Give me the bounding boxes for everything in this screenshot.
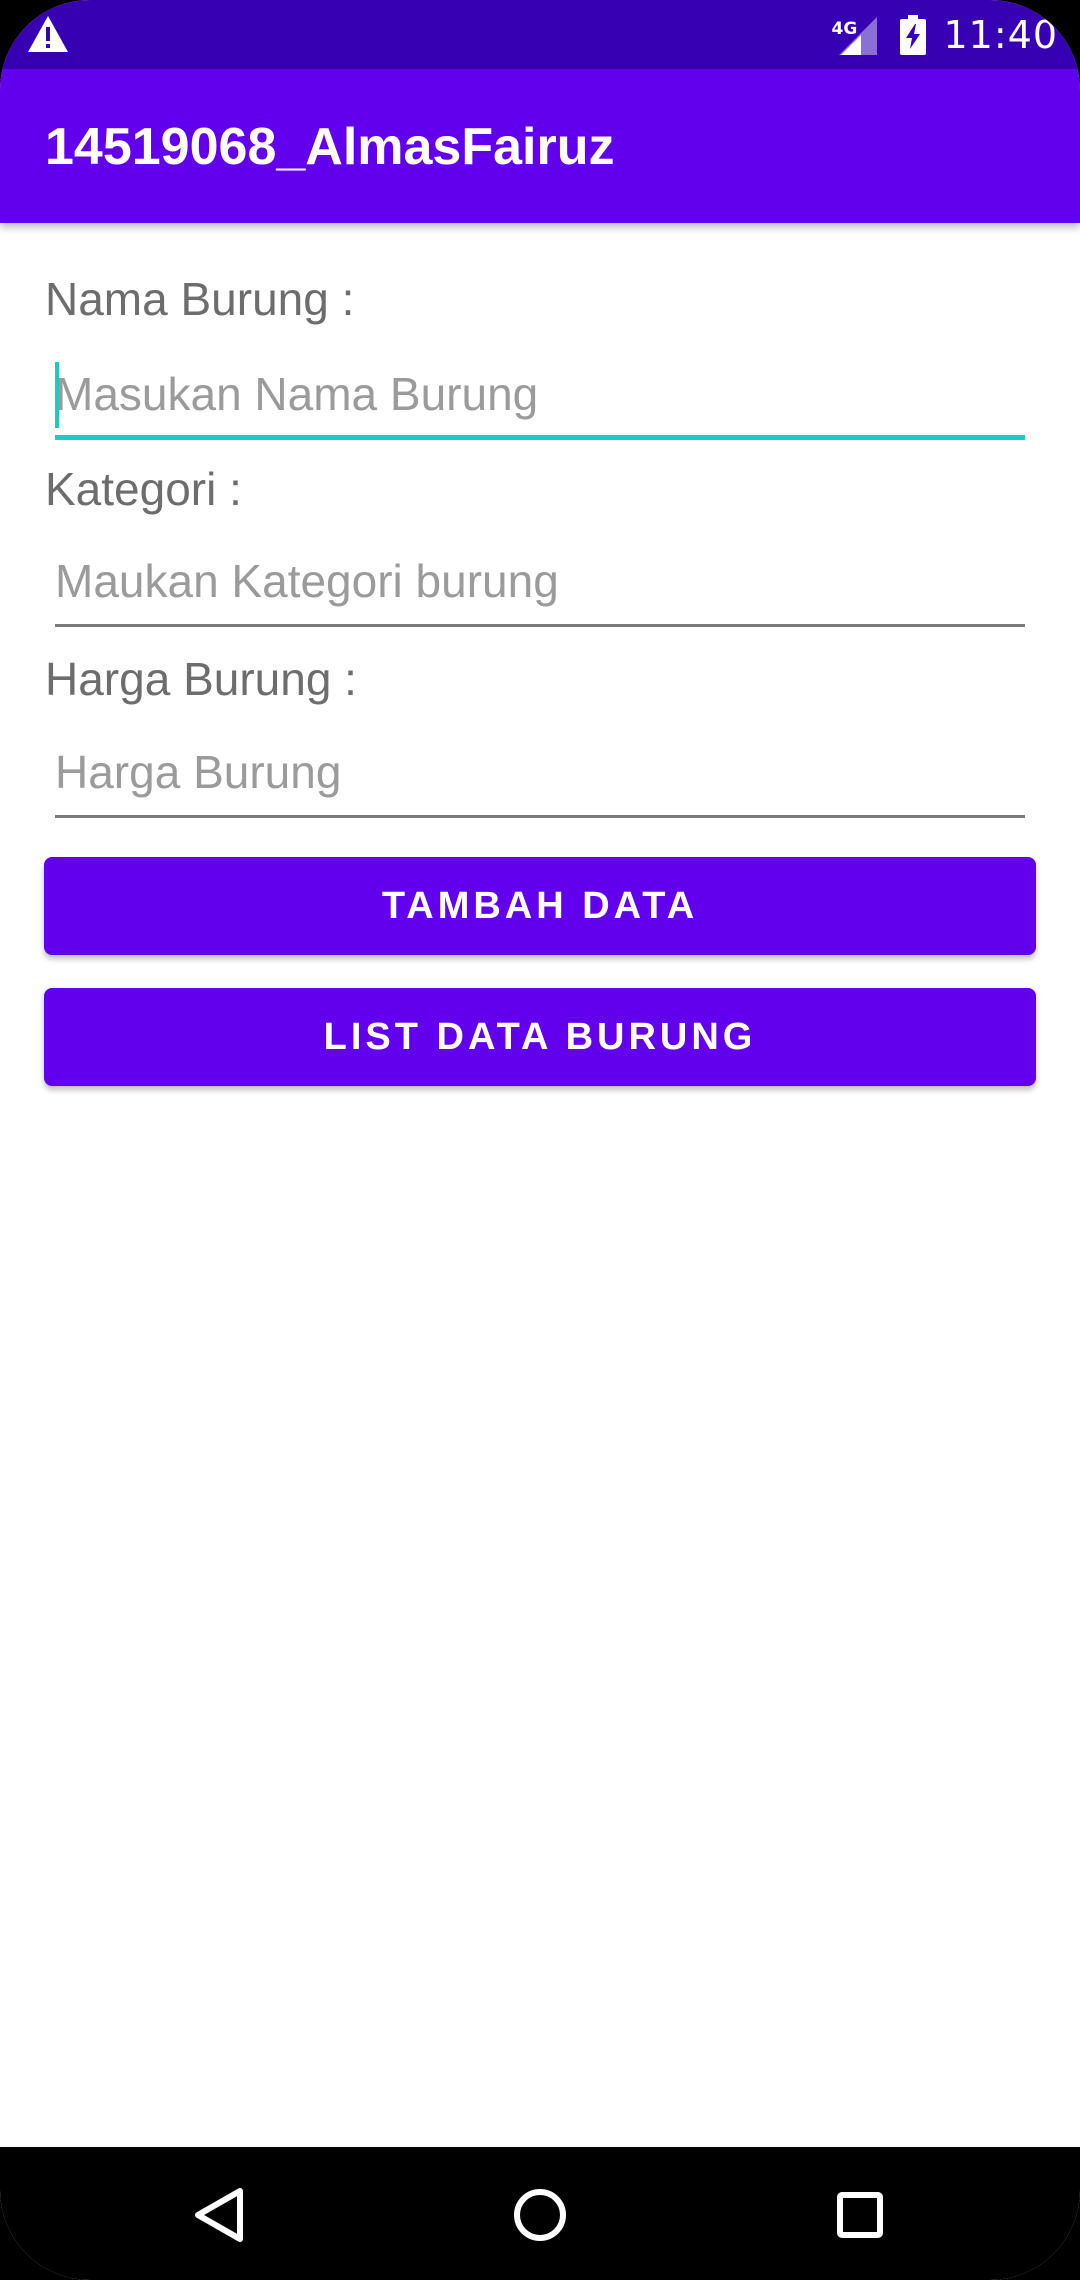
back-icon[interactable] (182, 2177, 258, 2253)
status-clock: 11:40 (943, 13, 1058, 57)
name-label: Nama Burung : (45, 273, 355, 325)
signal-icon: 4G (831, 13, 879, 57)
phone-screen: 4G 11:40 14519068_AlmasFairuz Nama Burun… (0, 0, 1080, 2280)
category-input-underline (55, 624, 1025, 627)
app-title: 14519068_AlmasFairuz (45, 118, 615, 176)
home-icon[interactable] (502, 2177, 578, 2253)
battery-charging-icon (899, 15, 927, 55)
text-cursor (55, 362, 59, 428)
recents-icon[interactable] (822, 2177, 898, 2253)
category-field[interactable] (55, 537, 1025, 627)
price-label: Harga Burung : (45, 653, 357, 705)
add-data-button[interactable]: TAMBAH DATA (44, 857, 1036, 955)
status-bar: 4G 11:40 (0, 0, 1080, 69)
category-label: Kategori : (45, 463, 242, 515)
name-input[interactable] (55, 350, 1025, 438)
app-bar: 14519068_AlmasFairuz (0, 69, 1080, 223)
navigation-bar (0, 2147, 1080, 2280)
warning-icon (26, 14, 70, 54)
list-data-button[interactable]: LIST DATA BURUNG (44, 988, 1036, 1086)
price-input[interactable] (55, 728, 1025, 816)
price-field[interactable] (55, 728, 1025, 818)
category-input[interactable] (55, 537, 1025, 625)
name-input-underline (55, 435, 1025, 440)
status-icons: 4G 11:40 (831, 8, 1058, 62)
name-field[interactable] (55, 350, 1025, 440)
price-input-underline (55, 815, 1025, 818)
